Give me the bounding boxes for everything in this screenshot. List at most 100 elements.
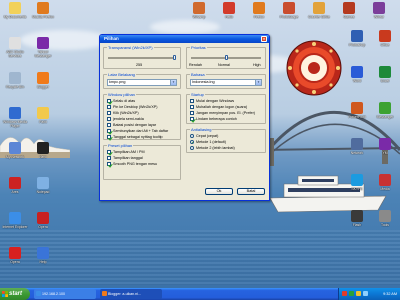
- tray-icon[interactable]: [356, 291, 361, 296]
- checkbox-option[interactable]: Mulai dengan Windows: [190, 99, 234, 103]
- checkbox[interactable]: [190, 111, 194, 115]
- desktop-icon[interactable]: YM: [372, 138, 398, 155]
- checkbox[interactable]: [107, 156, 111, 160]
- desktop-icon[interactable]: Games: [336, 2, 362, 19]
- desktop-icon[interactable]: My Documents: [2, 2, 28, 19]
- checkbox-option[interactable]: Klik (Win2k/XP): [107, 111, 139, 115]
- chevron-down-icon[interactable]: ▼: [170, 80, 176, 85]
- desktop-icon[interactable]: My Network: [2, 142, 28, 159]
- desktop-icon[interactable]: SKYPE: [344, 174, 370, 191]
- checkbox[interactable]: [107, 135, 111, 139]
- checkbox[interactable]: [190, 117, 194, 121]
- dialog-titlebar[interactable]: Pilihan ×: [100, 35, 269, 43]
- desktop-icon-label: Mozilla Firefox: [32, 15, 54, 19]
- radio-option[interactable]: Cepat (cepat): [190, 134, 218, 138]
- skin-select[interactable]: kmpc.png ▼: [107, 79, 177, 86]
- start-label: start: [9, 291, 23, 297]
- radio-option[interactable]: Metode 1 (default): [190, 140, 226, 144]
- checkbox-option[interactable]: Pin ke Desktop (Win2k/XP): [107, 105, 157, 109]
- checkbox[interactable]: [107, 105, 111, 109]
- checkbox[interactable]: [190, 99, 194, 103]
- checkbox[interactable]: [107, 117, 111, 121]
- checkbox-option[interactable]: Tanggal sebagai nyittag tooltip: [107, 135, 163, 139]
- checkbox[interactable]: [107, 123, 111, 127]
- transparency-group: Transparansi (Win2k/XP) 255: [103, 45, 181, 69]
- transparency-slider-thumb[interactable]: [173, 55, 176, 60]
- desktop-icon[interactable]: Recycle Bin: [2, 72, 28, 89]
- desktop-icon[interactable]: Network: [344, 138, 370, 155]
- checkbox-option[interactable]: Jangan menyimpan pos. El. (Prefer): [190, 111, 255, 115]
- radio-button[interactable]: [190, 140, 194, 144]
- checkbox-option[interactable]: Lindam beberapa contoh: [190, 117, 237, 121]
- close-icon[interactable]: ×: [261, 36, 267, 42]
- priority-slider-thumb[interactable]: [224, 55, 228, 60]
- ok-button[interactable]: Ok: [205, 188, 233, 195]
- tray-icon[interactable]: [342, 291, 347, 296]
- desktop-icon[interactable]: Flash: [344, 210, 370, 227]
- priority-tick-high: High: [253, 63, 261, 67]
- desktop-icon[interactable]: Internet Explorer: [2, 212, 28, 229]
- desktop-icon[interactable]: Excel: [372, 66, 398, 83]
- desktop-icon[interactable]: Tools: [372, 210, 398, 227]
- checkbox[interactable]: [107, 162, 111, 166]
- option-label: Cepat (cepat): [196, 134, 219, 138]
- radio-button[interactable]: [190, 134, 194, 138]
- radio-option[interactable]: Metode 2 (lebih lambat): [190, 146, 235, 150]
- checkbox[interactable]: [107, 99, 111, 103]
- chevron-down-icon[interactable]: ▼: [255, 80, 261, 85]
- desktop-icon[interactable]: Nero: [30, 142, 56, 159]
- desktop-icon[interactable]: Media: [372, 174, 398, 191]
- checkbox-option[interactable]: Tampilkan AM / PM: [107, 150, 145, 154]
- checkbox[interactable]: [190, 105, 194, 109]
- desktop-icon[interactable]: Opera: [2, 247, 28, 264]
- radio-button[interactable]: [190, 146, 194, 150]
- checkbox-option[interactable]: Batasi posisi dengan layar: [107, 123, 156, 127]
- desktop-icon[interactable]: Yahoo! Messenger: [30, 37, 56, 58]
- cancel-button[interactable]: Batal: [237, 188, 265, 195]
- desktop-icon[interactable]: Opera: [30, 212, 56, 229]
- desktop-icon-label: Flash: [352, 223, 362, 227]
- desktop-icon[interactable]: Office: [372, 30, 398, 47]
- desktop-icon[interactable]: Ares: [2, 177, 28, 194]
- language-select[interactable]: Indonesia.lng ▼: [190, 79, 262, 86]
- checkbox-option[interactable]: Tampilkan tanggal: [107, 156, 143, 160]
- desktop-icon[interactable]: Windows Media Player: [2, 107, 28, 128]
- desktop-icon[interactable]: Mozilla Firefox: [30, 2, 56, 19]
- desktop-icon-label: Excel: [380, 79, 390, 83]
- taskbar-item[interactable]: 192.168.2.100: [34, 289, 96, 299]
- options-dialog: Pilihan × Transparansi (Win2k/XP) 255 Pr…: [99, 34, 270, 201]
- checkbox-option[interactable]: Sembunyikan dari Alt + Tab daftar: [107, 129, 168, 133]
- desktop-icon[interactable]: Notepad: [30, 177, 56, 194]
- desktop-icon[interactable]: Firefox: [246, 2, 272, 19]
- checkbox-option[interactable]: Muhaliah dengan logon (suara): [190, 105, 247, 109]
- desktop-icon[interactable]: Messenger: [372, 102, 398, 119]
- desktop-icon[interactable]: PowerPoint: [344, 102, 370, 119]
- desktop-icon[interactable]: Winrar: [366, 2, 392, 19]
- app-icon: [9, 247, 21, 259]
- desktop-icon[interactable]: Blogger: [30, 72, 56, 89]
- checkbox-option[interactable]: jendela semi-nakla: [107, 117, 144, 121]
- desktop-icon[interactable]: Paint: [30, 107, 56, 124]
- tray-icon[interactable]: [349, 291, 354, 296]
- desktop-icon[interactable]: Photoshop: [344, 30, 370, 47]
- checkbox-option[interactable]: Smooth PNG tengan mesu: [107, 162, 157, 166]
- transparency-slider-track[interactable]: [108, 57, 176, 59]
- checkbox[interactable]: [107, 111, 111, 115]
- desktop-icon[interactable]: ABC Studio Services: [2, 37, 28, 58]
- checkbox[interactable]: [107, 129, 111, 133]
- checkbox[interactable]: [107, 150, 111, 154]
- volume-icon[interactable]: [363, 291, 368, 296]
- desktop-icon[interactable]: Help: [30, 247, 56, 264]
- desktop-icon[interactable]: Counter Strike: [306, 2, 332, 19]
- checkbox-option[interactable]: Selalu di atas: [107, 99, 135, 103]
- desktop-icon[interactable]: PhotoScape: [276, 2, 302, 19]
- desktop-icon[interactable]: Winamp: [186, 2, 212, 19]
- desktop-icon[interactable]: Hello: [216, 2, 242, 19]
- taskbar-item[interactable]: Blogger: a-ulkan.ni...: [100, 289, 162, 299]
- round-clock-widget[interactable]: [286, 40, 342, 96]
- start-button[interactable]: start: [0, 288, 30, 300]
- option-label: Tampilkan AM / PM: [113, 150, 145, 154]
- desktop-icon[interactable]: Word: [344, 66, 370, 83]
- desktop-icon-label: Counter Strike: [308, 15, 330, 19]
- taskbar-item-label: 192.168.2.100: [42, 292, 65, 296]
